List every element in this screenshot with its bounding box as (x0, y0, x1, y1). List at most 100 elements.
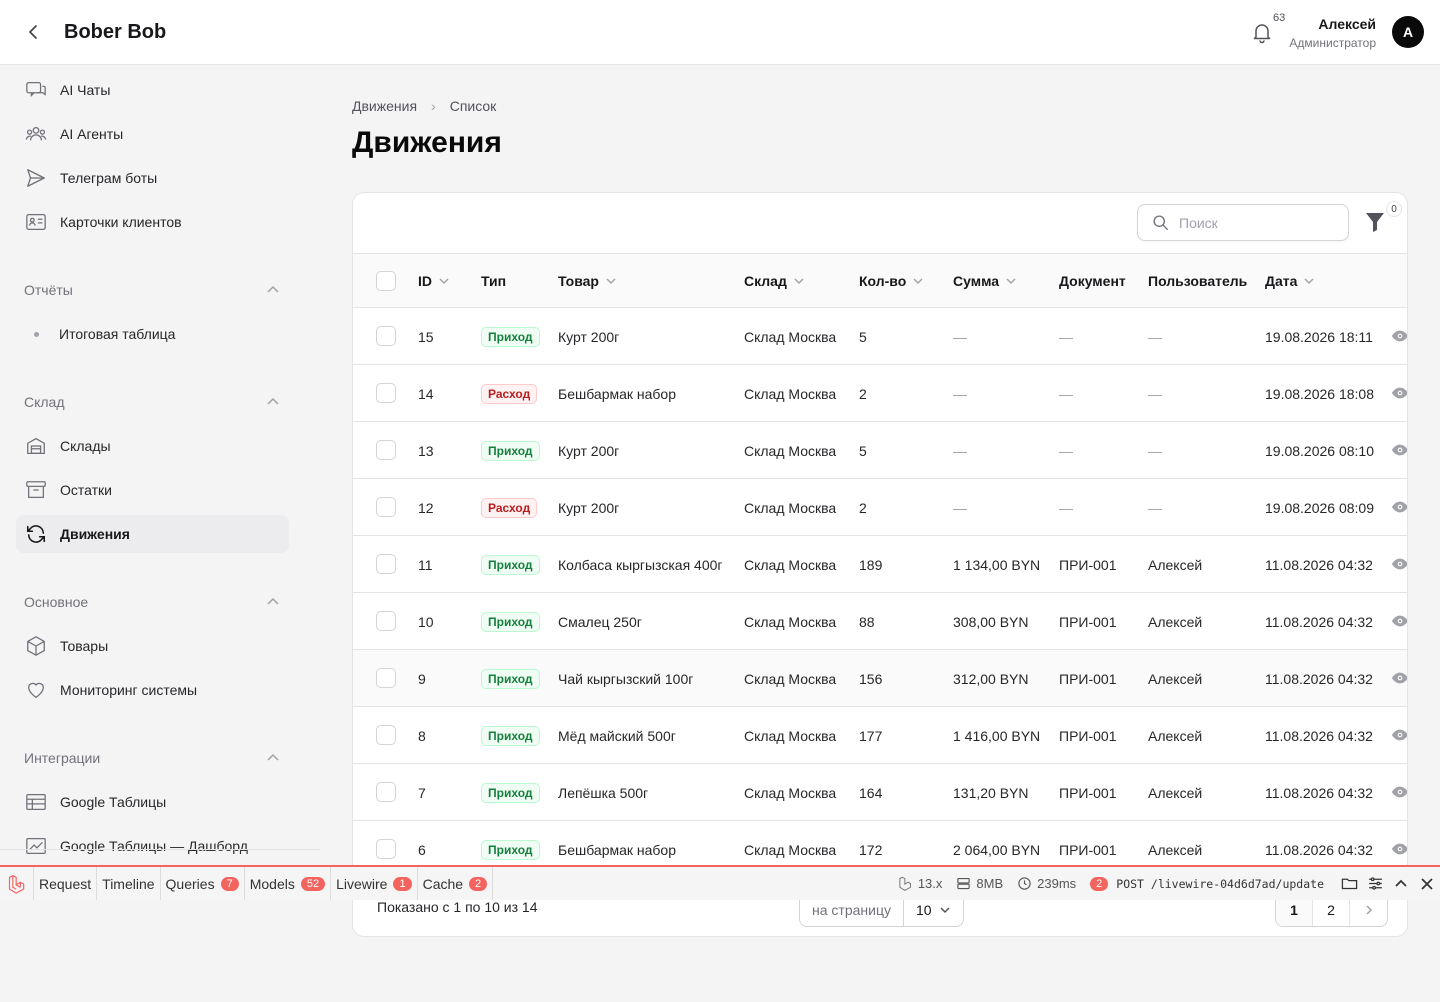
sidebar-group-integrations[interactable]: Интеграции (24, 746, 280, 770)
cell-value: 308,00 BYN (953, 613, 1029, 630)
type-badge: Приход (481, 326, 540, 347)
row-checkbox[interactable] (376, 725, 396, 745)
request-url[interactable]: POST /livewire-04d6d7ad/update (1116, 877, 1324, 891)
table-row[interactable]: 10 Приход Смалец 250г Склад Москва 88 308,00 … (353, 593, 1408, 650)
cell-warehouse: Склад Москва (744, 536, 836, 593)
eye-icon[interactable] (1391, 671, 1408, 685)
type-badge: Расход (481, 497, 538, 518)
cell-product: Лепёшка 500г (558, 764, 648, 821)
laravel-logo-icon[interactable] (0, 867, 34, 900)
sidebar-group-warehouse[interactable]: Склад (24, 390, 280, 414)
back-button[interactable] (20, 18, 48, 46)
table-row[interactable]: 12 Расход Курт 200г Склад Москва 2 — — — 19.08.2… (353, 479, 1408, 536)
row-checkbox[interactable] (376, 668, 396, 688)
cell-value: Бешбармак набор (558, 385, 677, 402)
debugbar-tab-request[interactable]: Request (34, 867, 98, 900)
sidebar-item-movements[interactable]: Движения (16, 515, 289, 553)
debugbar-tab-timeline[interactable]: Timeline (97, 867, 161, 900)
table-card: 0 ID Тип Товар Склад Кол-во Сумма Докуме… (352, 192, 1408, 937)
debugbar-tab-queries[interactable]: Queries 7 (161, 867, 245, 900)
row-checkbox[interactable] (376, 326, 396, 346)
select-all-checkbox[interactable] (376, 271, 396, 291)
row-checkbox[interactable] (376, 611, 396, 631)
row-checkbox[interactable] (376, 554, 396, 574)
cell-user: Алексей (1148, 650, 1202, 707)
sidebar-item-monitoring[interactable]: Мониторинг системы (16, 671, 289, 709)
column-header-sum[interactable]: Сумма (953, 254, 1017, 307)
tab-count-badge: 52 (300, 876, 326, 891)
cell-date: 19.08.2026 08:09 (1265, 479, 1374, 536)
sidebar-item-client-cards[interactable]: Карточки клиентов (16, 203, 289, 241)
eye-icon[interactable] (1391, 500, 1408, 514)
sidebar-group-reports[interactable]: Отчёты (24, 278, 280, 302)
eye-icon[interactable] (1391, 785, 1408, 799)
cell-value: — (953, 499, 967, 516)
cell-value: Алексей (1148, 613, 1203, 630)
eye-icon[interactable] (1391, 443, 1408, 457)
table-row[interactable]: 14 Расход Бешбармак набор Склад Москва 2 — — — 1… (353, 365, 1408, 422)
request-count-badge[interactable]: 2 (1090, 876, 1109, 891)
table-row[interactable]: 7 Приход Лепёшка 500г Склад Москва 164 131,20… (353, 764, 1408, 821)
eye-icon[interactable] (1391, 842, 1408, 856)
sidebar-item-summary-table[interactable]: Итоговая таблица (16, 315, 289, 353)
debugbar-tab-models[interactable]: Models 52 (245, 867, 332, 900)
chevron-up-icon[interactable] (1388, 867, 1414, 900)
table-row[interactable]: 15 Приход Курт 200г Склад Москва 5 — — — 19.08.2… (353, 308, 1408, 365)
eye-icon[interactable] (1391, 614, 1408, 628)
eye-icon[interactable] (1391, 557, 1408, 571)
sidebar-item-ai-chats[interactable]: AI Чаты (16, 71, 289, 109)
cell-product: Чай кыргызский 100г (558, 650, 693, 707)
column-header-id[interactable]: ID (418, 254, 450, 307)
sidebar-item-products[interactable]: Товары (16, 627, 289, 665)
bell-icon[interactable] (1250, 20, 1274, 44)
sidebar-item-stock[interactable]: Остатки (16, 471, 289, 509)
avatar[interactable]: А (1392, 16, 1424, 48)
row-checkbox[interactable] (376, 440, 396, 460)
table-row[interactable]: 8 Приход Мёд майский 500г Склад Москва 177 1 … (353, 707, 1408, 764)
sidebar-item-google-sheets-dashboard[interactable]: Google Таблицы — Дашборд (16, 827, 289, 865)
cell-user: — (1148, 308, 1162, 365)
column-header-product[interactable]: Товар (558, 254, 617, 307)
cell-product: Курт 200г (558, 422, 619, 479)
filter-icon[interactable] (1365, 211, 1385, 233)
eye-icon[interactable] (1391, 386, 1408, 400)
cell-value: 5 (859, 442, 867, 459)
cell-id: 11 (418, 536, 433, 593)
eye-icon[interactable] (1391, 728, 1408, 742)
cell-product: Курт 200г (558, 308, 619, 365)
row-checkbox[interactable] (376, 839, 396, 859)
row-checkbox[interactable] (376, 782, 396, 802)
folder-icon[interactable] (1336, 867, 1362, 900)
debugbar-tab-livewire[interactable]: Livewire 1 (331, 867, 418, 900)
column-header-date[interactable]: Дата (1265, 254, 1315, 307)
cell-qty: 2 (859, 365, 867, 422)
chat-icon (24, 78, 48, 102)
sidebar-item-telegram-bots[interactable]: Телеграм боты (16, 159, 289, 197)
row-checkbox[interactable] (376, 383, 396, 403)
cell-sum: 1 134,00 BYN (953, 536, 1040, 593)
sidebar-item-label: Итоговая таблица (59, 326, 176, 342)
sidebar-item-warehouses[interactable]: Склады (16, 427, 289, 465)
column-header-warehouse[interactable]: Склад (744, 254, 805, 307)
cell-id: 8 (418, 707, 426, 764)
row-checkbox[interactable] (376, 497, 396, 517)
cell-doc: — (1059, 308, 1073, 365)
column-header-qty[interactable]: Кол-во (859, 254, 924, 307)
sidebar-group-main[interactable]: Основное (24, 590, 280, 614)
sidebar-item-google-sheets[interactable]: Google Таблицы (16, 783, 289, 821)
search-input[interactable] (1179, 214, 1329, 231)
table-row[interactable]: 9 Приход Чай кыргызский 100г Склад Москва 15… (353, 650, 1408, 707)
cell-qty: 88 (859, 593, 875, 650)
cell-value: ПРИ-001 (1059, 784, 1117, 801)
close-icon[interactable] (1414, 867, 1440, 900)
cell-value: ПРИ-001 (1059, 841, 1117, 858)
table-row[interactable]: 11 Приход Колбаса кыргызская 400г Склад Мос… (353, 536, 1408, 593)
sidebar-item-ai-agents[interactable]: AI Агенты (16, 115, 289, 153)
cell-value: ПРИ-001 (1059, 556, 1117, 573)
table-row[interactable]: 13 Приход Курт 200г Склад Москва 5 — — — 19.08.2… (353, 422, 1408, 479)
settings-sliders-icon[interactable] (1362, 867, 1388, 900)
debugbar-tab-cache[interactable]: Cache 2 (418, 867, 494, 900)
version-text: 13.x (917, 876, 943, 891)
eye-icon[interactable] (1391, 329, 1408, 343)
breadcrumb-link-movements[interactable]: Движения (352, 98, 417, 114)
